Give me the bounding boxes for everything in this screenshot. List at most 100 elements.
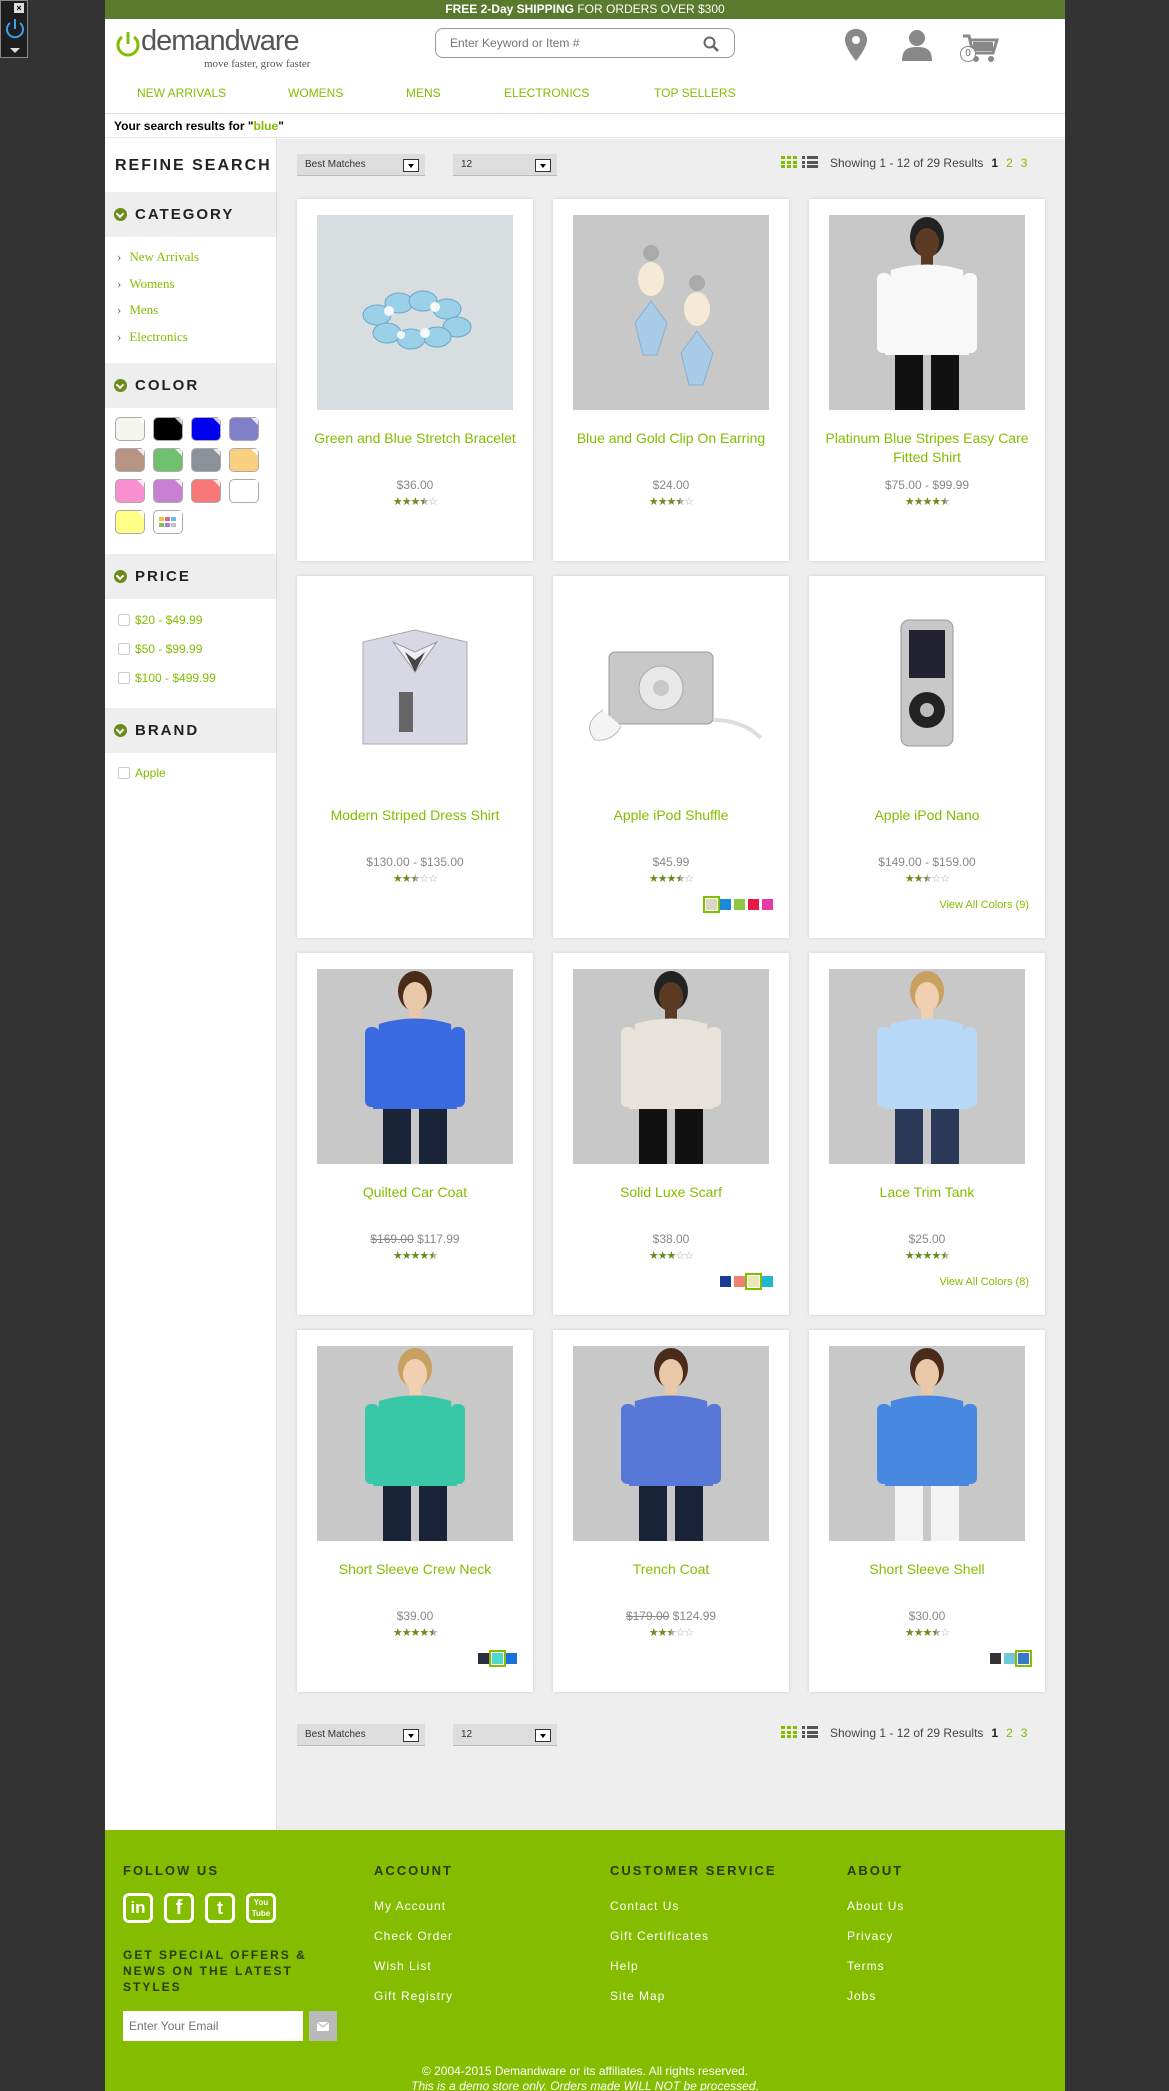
category-electronics[interactable]: Electronics xyxy=(117,329,187,345)
product-image[interactable] xyxy=(317,969,513,1164)
product-card[interactable]: Short Sleeve Crew Neck $39.00 ★★★★★★ xyxy=(297,1330,533,1692)
product-color-swatch[interactable] xyxy=(734,1276,745,1287)
search-icon[interactable] xyxy=(703,36,719,52)
product-title[interactable]: Quilted Car Coat xyxy=(307,1183,523,1202)
footer-link-gift-registry[interactable]: Gift Registry xyxy=(374,1989,453,2003)
nav-mens[interactable]: MENS xyxy=(406,86,441,100)
page-3-link[interactable]: 3 xyxy=(1021,1726,1028,1740)
color-swatch[interactable] xyxy=(115,417,145,441)
facebook-icon[interactable]: f xyxy=(164,1893,194,1923)
search-input[interactable] xyxy=(450,30,700,56)
youtube-icon[interactable]: You Tube xyxy=(246,1893,276,1923)
product-title[interactable]: Green and Blue Stretch Bracelet xyxy=(307,429,523,448)
product-color-swatch[interactable] xyxy=(990,1653,1001,1664)
email-submit-button[interactable] xyxy=(309,2011,337,2041)
color-swatch[interactable] xyxy=(115,448,145,472)
chevron-down-icon[interactable] xyxy=(10,48,20,53)
checkbox[interactable] xyxy=(118,614,130,626)
footer-link-wish-list[interactable]: Wish List xyxy=(374,1959,432,1973)
color-swatch[interactable] xyxy=(191,417,221,441)
page-2-link[interactable]: 2 xyxy=(1006,1726,1013,1740)
product-image[interactable] xyxy=(573,592,769,787)
color-swatch[interactable] xyxy=(153,510,183,534)
sort-select-bottom[interactable]: Best Matches xyxy=(297,1724,425,1746)
product-color-swatch[interactable] xyxy=(745,1273,762,1290)
product-color-swatch[interactable] xyxy=(489,1650,506,1667)
close-icon[interactable]: × xyxy=(14,3,24,13)
product-color-swatch[interactable] xyxy=(478,1653,489,1664)
product-card[interactable]: Short Sleeve Shell $30.00 ★★★★★☆ xyxy=(809,1330,1045,1692)
category-new-arrivals[interactable]: New Arrivals xyxy=(117,249,199,265)
product-color-swatch[interactable] xyxy=(1004,1653,1015,1664)
view-all-colors-link[interactable]: View All Colors (8) xyxy=(939,1276,1029,1288)
product-image[interactable] xyxy=(317,592,513,787)
product-image[interactable] xyxy=(829,592,1025,787)
product-image[interactable] xyxy=(317,215,513,410)
footer-link-contact-us[interactable]: Contact Us xyxy=(610,1899,679,1913)
color-swatch[interactable] xyxy=(229,417,259,441)
color-swatch[interactable] xyxy=(229,479,259,503)
product-color-swatch[interactable] xyxy=(762,899,773,910)
per-page-select[interactable]: 12 xyxy=(453,154,557,176)
footer-link-privacy[interactable]: Privacy xyxy=(847,1929,893,1943)
footer-link-help[interactable]: Help xyxy=(610,1959,639,1973)
twitter-icon[interactable]: t xyxy=(205,1893,235,1923)
product-card[interactable]: Apple iPod Nano $149.00 - $159.00 ★★★★☆☆ Vi… xyxy=(809,576,1045,938)
category-mens[interactable]: Mens xyxy=(117,302,158,318)
footer-link-jobs[interactable]: Jobs xyxy=(847,1989,876,2003)
color-swatch[interactable] xyxy=(229,448,259,472)
product-card[interactable]: Quilted Car Coat $169.00 $117.99 ★★★★★★ xyxy=(297,953,533,1315)
product-title[interactable]: Blue and Gold Clip On Earring xyxy=(563,429,779,448)
footer-link-check-order[interactable]: Check Order xyxy=(374,1929,453,1943)
price-filter-100-499[interactable]: $100 - $499.99 xyxy=(118,671,216,685)
product-color-swatch[interactable] xyxy=(1015,1650,1032,1667)
grid-view-icon[interactable] xyxy=(781,1726,797,1738)
product-card[interactable]: Blue and Gold Clip On Earring $24.00 ★★★★★… xyxy=(553,199,789,561)
product-color-swatch[interactable] xyxy=(720,1276,731,1287)
email-signup-input[interactable] xyxy=(123,2011,303,2041)
footer-link-my-account[interactable]: My Account xyxy=(374,1899,446,1913)
color-swatch[interactable] xyxy=(153,417,183,441)
nav-womens[interactable]: WOMENS xyxy=(288,86,343,100)
product-card[interactable]: Platinum Blue Stripes Easy Care Fitted S… xyxy=(809,199,1045,561)
category-womens[interactable]: Womens xyxy=(117,276,174,292)
color-swatch[interactable] xyxy=(191,448,221,472)
product-image[interactable] xyxy=(573,969,769,1164)
color-swatch[interactable] xyxy=(115,510,145,534)
category-facet-header[interactable]: CATEGORY xyxy=(105,192,276,237)
product-card[interactable]: Modern Striped Dress Shirt $130.00 - $135… xyxy=(297,576,533,938)
product-card[interactable]: Lace Trim Tank $25.00 ★★★★★★ View All Color… xyxy=(809,953,1045,1315)
footer-link-about-us[interactable]: About Us xyxy=(847,1899,904,1913)
product-title[interactable]: Modern Striped Dress Shirt xyxy=(307,806,523,825)
price-filter-20-49[interactable]: $20 - $49.99 xyxy=(118,613,202,627)
color-swatch[interactable] xyxy=(191,479,221,503)
product-color-swatch[interactable] xyxy=(506,1653,517,1664)
product-image[interactable] xyxy=(829,215,1025,410)
product-image[interactable] xyxy=(573,1346,769,1541)
price-filter-50-99[interactable]: $50 - $99.99 xyxy=(118,642,202,656)
product-card[interactable]: Trench Coat $179.00 $124.99 ★★★★☆☆ xyxy=(553,1330,789,1692)
color-swatch[interactable] xyxy=(115,479,145,503)
product-title[interactable]: Short Sleeve Crew Neck xyxy=(307,1560,523,1579)
color-swatch[interactable] xyxy=(153,479,183,503)
product-card[interactable]: Apple iPod Shuffle $45.99 ★★★★★☆ xyxy=(553,576,789,938)
nav-new-arrivals[interactable]: NEW ARRIVALS xyxy=(137,86,226,100)
product-card[interactable]: Green and Blue Stretch Bracelet $36.00 ★★★… xyxy=(297,199,533,561)
footer-link-site-map[interactable]: Site Map xyxy=(610,1989,665,2003)
list-view-icon[interactable] xyxy=(802,1726,818,1738)
footer-link-gift-certificates[interactable]: Gift Certificates xyxy=(610,1929,709,1943)
product-color-swatch[interactable] xyxy=(703,896,720,913)
product-title[interactable]: Short Sleeve Shell xyxy=(819,1560,1035,1579)
page-1-link[interactable]: 1 xyxy=(991,156,998,170)
demandware-logo[interactable]: demandware move faster, grow faster xyxy=(115,25,310,75)
product-title[interactable]: Apple iPod Shuffle xyxy=(563,806,779,825)
grid-view-icon[interactable] xyxy=(781,156,797,168)
checkbox[interactable] xyxy=(118,672,130,684)
linkedin-icon[interactable]: in xyxy=(123,1893,153,1923)
nav-electronics[interactable]: ELECTRONICS xyxy=(504,86,589,100)
view-all-colors-link[interactable]: View All Colors (9) xyxy=(939,899,1029,911)
product-image[interactable] xyxy=(573,215,769,410)
account-icon[interactable] xyxy=(902,29,932,61)
product-title[interactable]: Solid Luxe Scarf xyxy=(563,1183,779,1202)
store-locator-icon[interactable] xyxy=(845,29,867,61)
